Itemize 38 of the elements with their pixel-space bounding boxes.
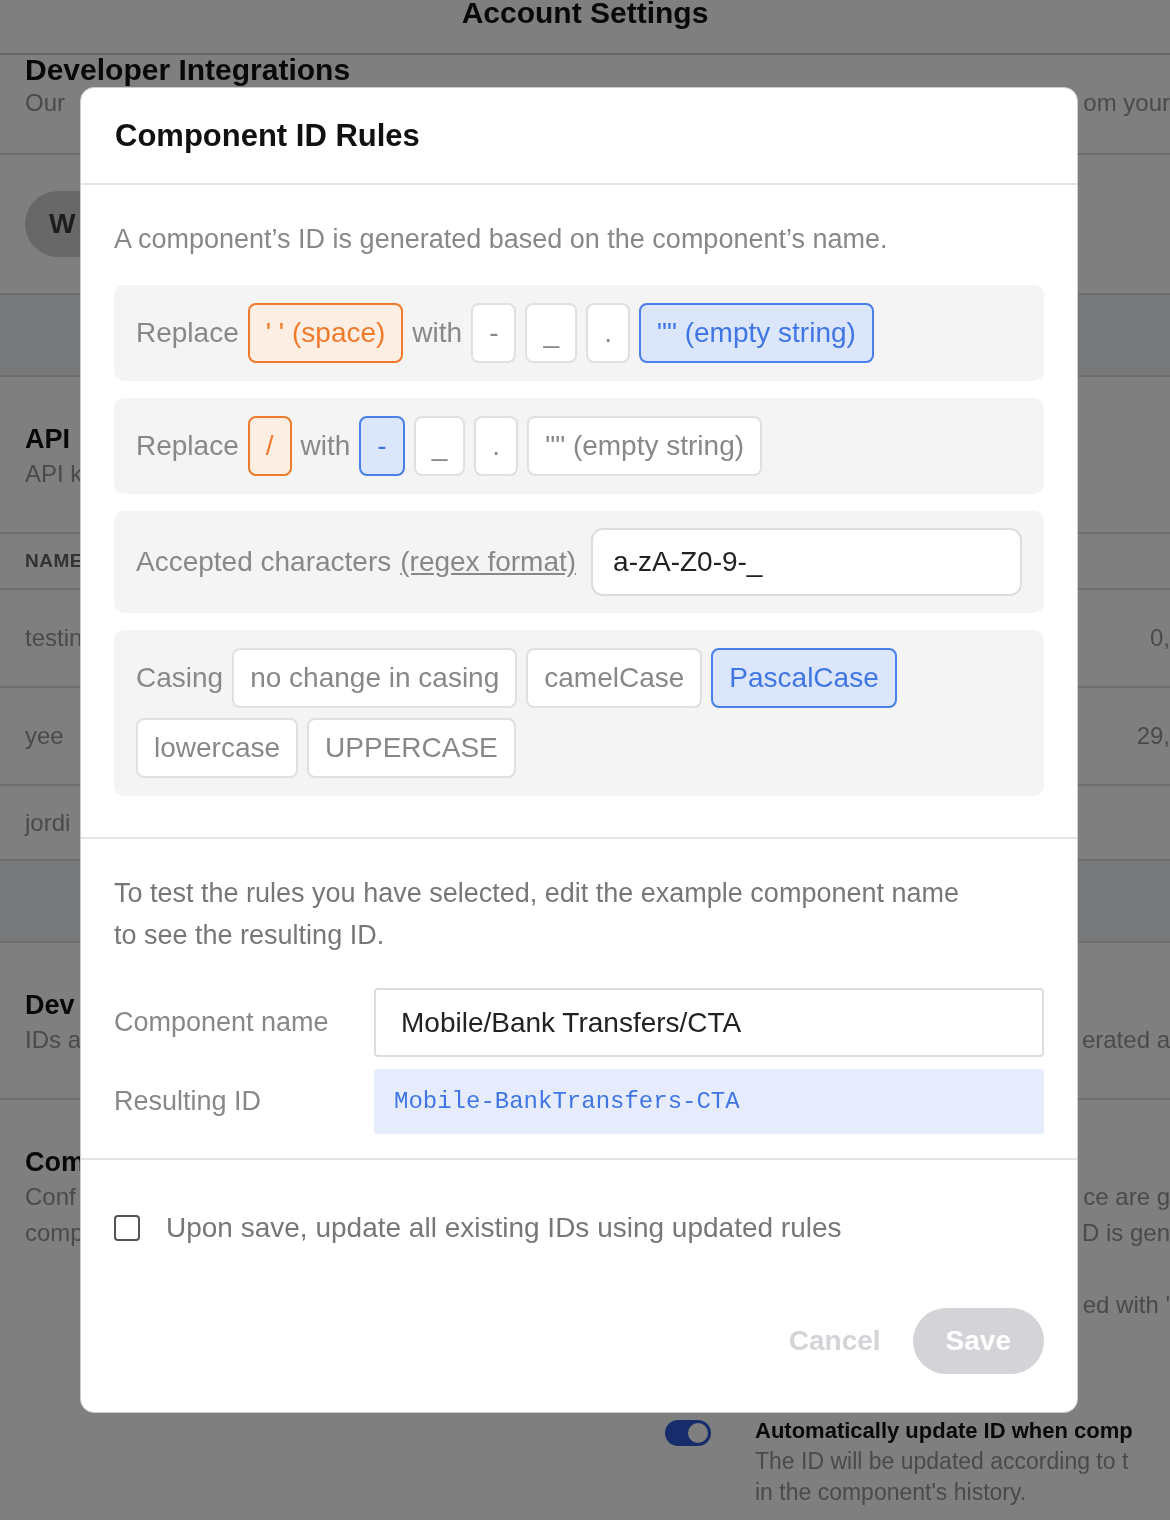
option-chip[interactable]: UPPERCASE (307, 718, 516, 778)
option-chip[interactable]: _ (525, 303, 578, 363)
option-chip[interactable]: - (471, 303, 517, 363)
component-name-input[interactable]: Mobile/Bank Transfers/CTA (374, 988, 1044, 1057)
checkbox[interactable] (114, 1215, 140, 1241)
rule-label: Replace (136, 317, 239, 349)
section-heading: Dev (25, 989, 75, 1022)
option-chip[interactable]: _ (413, 416, 466, 476)
resulting-id: Mobile-BankTransfers-CTA (374, 1069, 1044, 1134)
option-chip[interactable]: . (474, 416, 519, 476)
rule-label: with (300, 430, 351, 462)
rule-label: Accepted characters (136, 546, 392, 578)
option-chip[interactable]: . (586, 303, 631, 363)
option-chip[interactable]: "" (empty string) (527, 416, 763, 476)
toggle-switch[interactable] (665, 1420, 711, 1446)
option-chip[interactable]: camelCase (526, 648, 703, 708)
source-chip: ' ' (space) (247, 303, 404, 363)
regex-format-link[interactable]: (regex format) (400, 546, 577, 578)
option-chip[interactable]: - (359, 416, 405, 476)
test-description: To test the rules you have selected, edit the example component name to see the resulting ID. (114, 877, 960, 952)
option-chip[interactable]: no change in casing (232, 648, 518, 708)
dialog-description: A component’s ID is generated based on the component’s name. (114, 223, 889, 256)
column-header: NAME (25, 549, 83, 573)
option-chip[interactable]: lowercase (136, 718, 299, 778)
source-chip: / (247, 416, 292, 476)
regex-input[interactable]: a-zA-Z0-9-_ (591, 528, 1022, 596)
rule-label: with (412, 317, 463, 349)
section-heading: Developer Integrations (25, 55, 351, 85)
option-chip[interactable]: "" (empty string) (639, 303, 874, 363)
option-chip[interactable]: PascalCase (711, 648, 897, 708)
checkbox-label: Upon save, update all existing IDs using updated rules (166, 1212, 842, 1244)
setting-title: Automatically update ID when comp (755, 1417, 1134, 1445)
field-label: Resulting ID (114, 1086, 263, 1117)
rule-label: Replace (136, 430, 239, 462)
dialog-title: Component ID Rules (115, 117, 420, 154)
section-heading: API (25, 423, 70, 456)
rule-label: Casing (136, 662, 224, 694)
field-label: Component name (114, 1007, 330, 1038)
